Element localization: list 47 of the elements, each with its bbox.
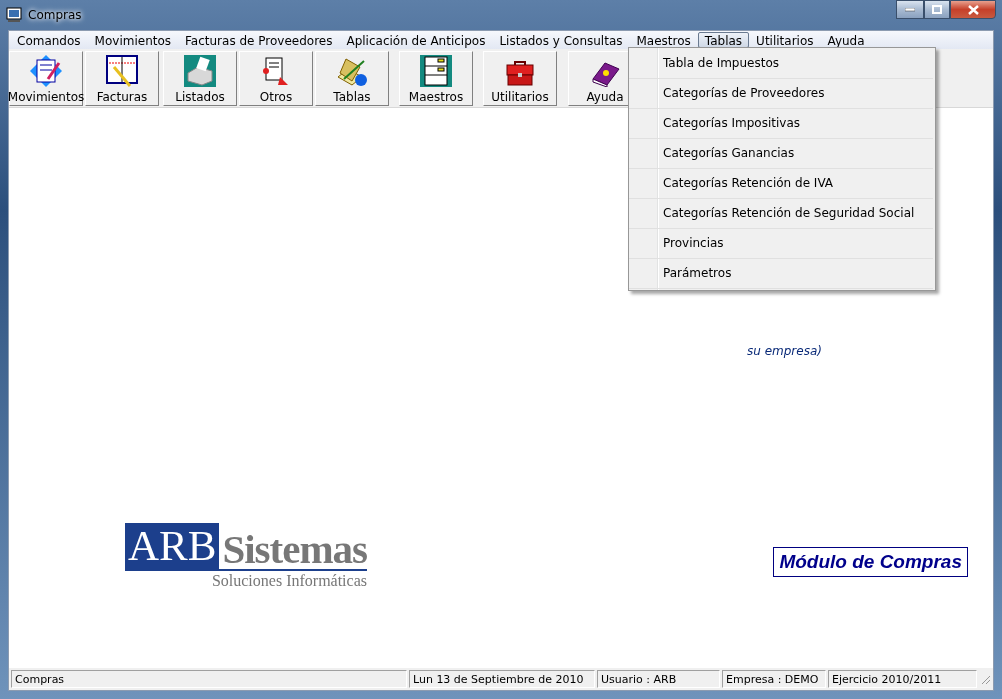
minimize-button[interactable]: [896, 0, 924, 19]
app-icon: [6, 7, 22, 23]
toolbar-button[interactable]: Facturas: [85, 51, 159, 106]
close-icon: [967, 4, 979, 15]
minimize-icon: [905, 7, 915, 12]
menu-item[interactable]: Facturas de Proveedores: [178, 32, 340, 48]
dropdown-item[interactable]: Parámetros: [629, 259, 933, 289]
status-panel: Lun 13 de Septiembre de 2010: [409, 670, 595, 688]
maximize-button[interactable]: [924, 0, 950, 19]
status-panel: Empresa : DEMO: [722, 670, 826, 688]
resize-grip-icon: [979, 673, 991, 685]
status-panel: Usuario : ARB: [597, 670, 720, 688]
logo-text: Sistemas: [221, 529, 367, 569]
status-panel: Ejercicio 2010/2011: [828, 670, 977, 688]
module-label: Módulo de Compras: [773, 547, 968, 577]
dropdown-item[interactable]: Provincias: [629, 229, 933, 259]
toolbar-button[interactable]: Tablas: [315, 51, 389, 106]
dropdown-item[interactable]: Categorías Retención de Seguridad Social: [629, 199, 933, 229]
menu-item[interactable]: Utilitarios: [749, 32, 821, 48]
dropdown-item[interactable]: Categorías Ganancias: [629, 139, 933, 169]
menu-item[interactable]: Maestros: [629, 32, 698, 48]
close-button[interactable]: [950, 0, 996, 19]
menu-item[interactable]: Listados y Consultas: [492, 32, 630, 48]
status-panel: Compras: [11, 670, 407, 688]
dropdown-item[interactable]: Categorías Retención de IVA: [629, 169, 933, 199]
toolbar-button[interactable]: Movimientos: [9, 51, 83, 106]
menu-item[interactable]: Ayuda: [820, 32, 872, 48]
notebook-pencil-icon: [30, 55, 62, 87]
toolbar-button[interactable]: Utilitarios: [483, 51, 557, 106]
maximize-icon: [932, 5, 942, 14]
toolbar-button[interactable]: Maestros: [399, 51, 473, 106]
menu-item[interactable]: Aplicación de Anticipos: [339, 32, 493, 48]
menu-item[interactable]: Comandos: [10, 32, 88, 48]
printer-icon: [184, 55, 216, 87]
logo-tagline: Soluciones Informáticas: [211, 572, 367, 590]
toolbar-button[interactable]: Otros: [239, 51, 313, 106]
chart-pencil-icon: [106, 55, 138, 87]
dropdown-item[interactable]: Categorías Impositivas: [629, 109, 933, 139]
background-text: su empresa): [747, 344, 822, 358]
filing-cabinet-icon: [420, 55, 452, 87]
logo-text: ARB: [124, 523, 220, 569]
dropdown-item[interactable]: Tabla de Impuestos: [629, 49, 933, 79]
window-title: Compras: [28, 8, 82, 22]
toolbar-button[interactable]: Listados: [163, 51, 237, 106]
menu-item[interactable]: Tablas: [697, 32, 750, 48]
dropdown-item[interactable]: Categorías de Proveedores: [629, 79, 933, 109]
menu-item[interactable]: Movimientos: [87, 32, 179, 48]
